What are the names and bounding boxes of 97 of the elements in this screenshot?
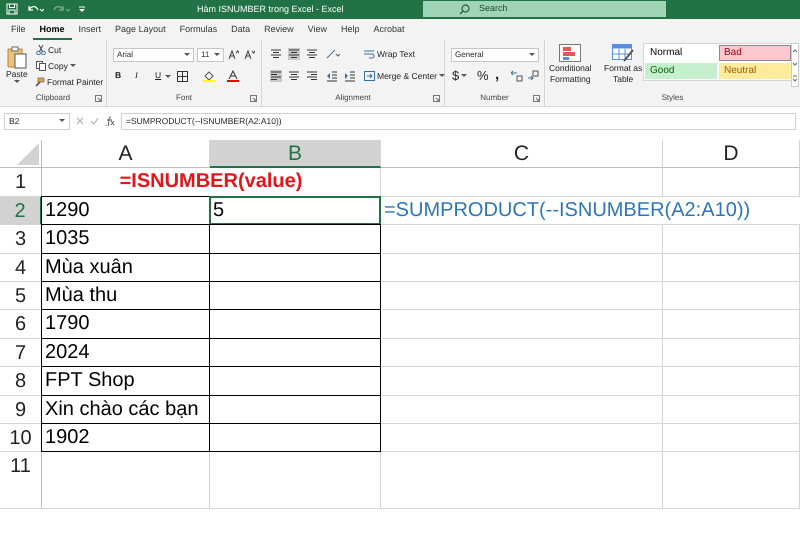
enter-icon[interactable] bbox=[90, 117, 99, 125]
font-size-dropdown[interactable]: 11 bbox=[197, 48, 224, 62]
borders-icon[interactable] bbox=[177, 71, 188, 82]
orientation-icon[interactable] bbox=[326, 48, 340, 60]
format-as-table-button[interactable]: Format as Table bbox=[602, 43, 644, 84]
dialog-launcher-icon[interactable] bbox=[433, 95, 440, 102]
increase-decimal-icon[interactable] bbox=[511, 70, 523, 82]
name-box[interactable]: B2 bbox=[4, 112, 70, 130]
group-label: Alignment bbox=[334, 92, 372, 104]
row-header[interactable]: 1 bbox=[0, 168, 42, 197]
merge-center-button[interactable]: Merge & Center bbox=[362, 70, 447, 82]
scissors-icon bbox=[36, 45, 46, 55]
column-header[interactable]: A bbox=[42, 140, 210, 168]
save-icon[interactable] bbox=[6, 3, 18, 15]
table-cell[interactable]: =SUMPRODUCT(--ISNUMBER(A2:A10)) bbox=[381, 196, 800, 226]
menu-tab[interactable]: Data bbox=[224, 19, 258, 40]
style-swatch[interactable]: Bad bbox=[719, 45, 791, 61]
caret-icon bbox=[14, 80, 20, 84]
italic-button[interactable]: I bbox=[133, 70, 140, 80]
caret-icon bbox=[70, 64, 76, 68]
menu-tab[interactable]: Help bbox=[334, 19, 367, 40]
currency-button[interactable]: $ bbox=[450, 68, 470, 83]
comma-button[interactable]: , bbox=[493, 66, 502, 83]
menu-tab[interactable]: Review bbox=[257, 19, 301, 40]
cancel-icon[interactable] bbox=[76, 117, 84, 125]
caret-icon bbox=[165, 75, 171, 79]
font-name-dropdown[interactable]: Arial bbox=[113, 48, 194, 62]
menu-tab[interactable]: View bbox=[300, 19, 334, 40]
decrease-font-icon[interactable] bbox=[244, 49, 255, 60]
column-header[interactable]: C bbox=[381, 140, 663, 168]
table-cell[interactable]: =ISNUMBER(value) bbox=[42, 168, 381, 197]
format-painter-button[interactable]: Format Painter bbox=[32, 76, 106, 88]
group-label: Clipboard bbox=[34, 92, 72, 104]
bold-button[interactable]: B bbox=[113, 70, 124, 80]
paste-button[interactable]: Paste bbox=[4, 44, 30, 84]
table-cell[interactable]: 5 bbox=[209, 196, 381, 226]
table-brush-icon bbox=[612, 44, 634, 62]
caret-icon bbox=[461, 74, 468, 78]
decrease-decimal-icon[interactable] bbox=[527, 70, 539, 82]
wrap-text-icon bbox=[364, 49, 375, 59]
row-header[interactable]: 9 bbox=[0, 396, 42, 424]
row-header[interactable]: 7 bbox=[0, 338, 42, 368]
group-label: Font bbox=[174, 92, 193, 104]
table-cell[interactable] bbox=[209, 422, 381, 452]
row-header[interactable]: 2 bbox=[0, 196, 42, 226]
align-right-icon[interactable] bbox=[306, 70, 318, 82]
paintbrush-icon bbox=[34, 77, 45, 87]
align-center-icon[interactable] bbox=[288, 70, 300, 82]
number-format-dropdown[interactable]: General bbox=[451, 48, 539, 62]
search-icon bbox=[459, 4, 470, 14]
menu-tab[interactable]: Formulas bbox=[172, 19, 224, 40]
middle-align-icon[interactable] bbox=[288, 48, 300, 60]
cut-button[interactable]: Cut bbox=[34, 44, 64, 56]
wrap-text-button[interactable]: Wrap Text bbox=[362, 48, 417, 60]
increase-indent-icon[interactable] bbox=[344, 70, 356, 82]
caret-icon bbox=[529, 53, 535, 57]
menu-tab[interactable]: Page Layout bbox=[108, 19, 173, 40]
column-header[interactable]: D bbox=[663, 140, 800, 168]
search-field[interactable]: Search bbox=[423, 1, 666, 17]
decrease-indent-icon[interactable] bbox=[326, 70, 338, 82]
row-header[interactable]: 11 bbox=[0, 452, 42, 510]
menu-tab[interactable]: Insert bbox=[72, 19, 108, 40]
merge-cells-icon bbox=[364, 71, 375, 81]
style-swatch[interactable]: Neutral bbox=[719, 63, 791, 79]
caret-icon bbox=[59, 119, 65, 123]
menu-tab[interactable]: Acrobat bbox=[366, 19, 412, 40]
increase-font-icon[interactable] bbox=[228, 49, 239, 60]
bottom-align-icon[interactable] bbox=[306, 48, 318, 60]
caret-icon bbox=[184, 53, 190, 57]
table-cell[interactable]: 1902 bbox=[41, 422, 210, 452]
conditional-formatting-button[interactable]: Conditional Formatting bbox=[547, 43, 594, 84]
table-cell[interactable] bbox=[209, 224, 381, 254]
gallery-scroll-icon[interactable] bbox=[791, 43, 799, 87]
caret-icon bbox=[439, 74, 445, 78]
align-left-icon[interactable] bbox=[270, 70, 282, 82]
insert-function-icon[interactable] bbox=[105, 116, 115, 126]
dialog-launcher-icon[interactable] bbox=[95, 95, 102, 102]
caret-icon bbox=[214, 53, 220, 57]
font-color-icon[interactable] bbox=[227, 70, 239, 82]
copy-icon bbox=[36, 61, 46, 71]
copy-button[interactable]: Copy bbox=[34, 60, 78, 72]
window-title: Hàm ISNUMBER trong Excel - Excel bbox=[197, 3, 344, 16]
percent-button[interactable]: % bbox=[475, 68, 491, 83]
underline-button[interactable]: U bbox=[153, 70, 164, 80]
group-label: Number bbox=[479, 92, 510, 104]
group-label: Styles bbox=[660, 92, 684, 104]
dialog-launcher-icon[interactable] bbox=[250, 95, 257, 102]
conditional-formatting-icon bbox=[559, 44, 582, 62]
top-align-icon[interactable] bbox=[270, 48, 282, 60]
row-header[interactable]: 4 bbox=[0, 254, 42, 282]
clipboard-icon bbox=[6, 45, 27, 69]
formula-input[interactable]: =SUMPRODUCT(--ISNUMBER(A2:A10)) bbox=[121, 112, 796, 130]
dialog-launcher-icon[interactable] bbox=[533, 95, 540, 102]
menu-tab[interactable]: File bbox=[4, 19, 33, 40]
column-header[interactable]: B bbox=[210, 140, 381, 168]
fill-color-icon[interactable] bbox=[203, 70, 215, 82]
style-swatch[interactable]: Good bbox=[645, 63, 717, 79]
